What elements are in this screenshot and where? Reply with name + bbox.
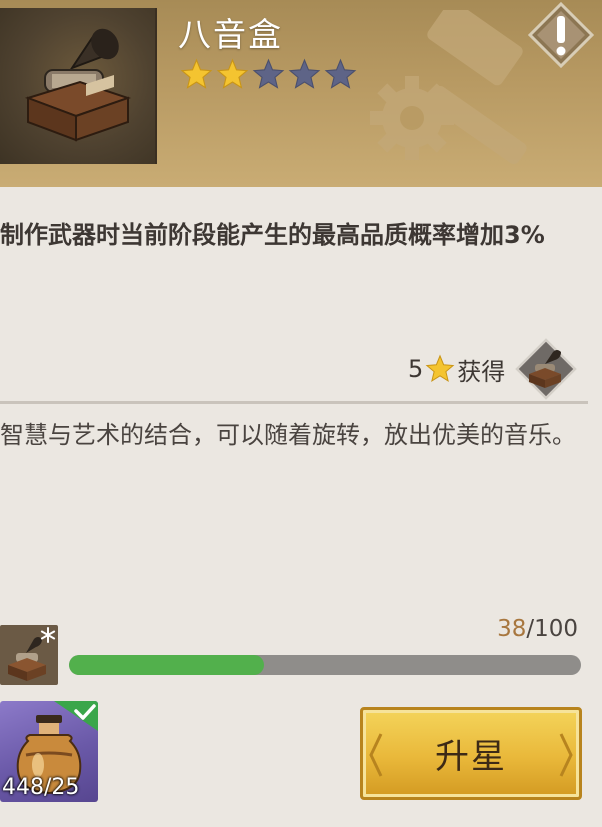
fragment-current: 38 bbox=[497, 616, 527, 642]
fragment-progress-text: 38/100 bbox=[497, 616, 578, 642]
star-empty-icon bbox=[324, 58, 357, 89]
star-icon bbox=[216, 58, 249, 89]
obtain-requirement: 5 获得 bbox=[408, 338, 578, 400]
section-divider bbox=[0, 401, 588, 404]
item-lore-text: 智慧与艺术的结合，可以随着旋转，放出优美的音乐。 bbox=[0, 421, 576, 449]
fragment-max: 100 bbox=[534, 616, 578, 642]
button-edge-left bbox=[369, 733, 383, 777]
star-requirement-count: 5 bbox=[408, 355, 424, 383]
material-slot[interactable]: 448/25 bbox=[0, 701, 98, 802]
upgrade-star-button[interactable]: 升星 bbox=[360, 707, 582, 800]
check-icon bbox=[54, 701, 98, 731]
music-box-icon bbox=[515, 338, 578, 400]
star-icon bbox=[180, 58, 213, 89]
button-edge-right bbox=[559, 733, 573, 777]
music-box-fragment-icon bbox=[0, 625, 58, 685]
material-count: 448/25 bbox=[2, 775, 80, 800]
item-effect-description: 制作武器时当前阶段能产生的最高品质概率增加3% bbox=[0, 221, 545, 249]
star-rating bbox=[180, 58, 357, 91]
star-empty-icon bbox=[252, 58, 285, 89]
music-box-icon bbox=[24, 28, 132, 142]
item-name: 八音盒 bbox=[178, 15, 283, 54]
obtain-label: 获得 bbox=[457, 357, 506, 386]
item-header: 八音盒 bbox=[0, 0, 602, 187]
star-icon bbox=[425, 354, 455, 382]
fragment-progress-bar bbox=[69, 655, 581, 675]
upgrade-star-button-label: 升星 bbox=[435, 737, 507, 777]
item-portrait bbox=[0, 8, 157, 164]
alert-icon[interactable] bbox=[528, 2, 594, 68]
snowflake-icon bbox=[40, 627, 56, 643]
fragment-separator: / bbox=[526, 616, 535, 642]
star-empty-icon bbox=[288, 58, 321, 89]
fragment-progress-fill bbox=[69, 655, 264, 675]
